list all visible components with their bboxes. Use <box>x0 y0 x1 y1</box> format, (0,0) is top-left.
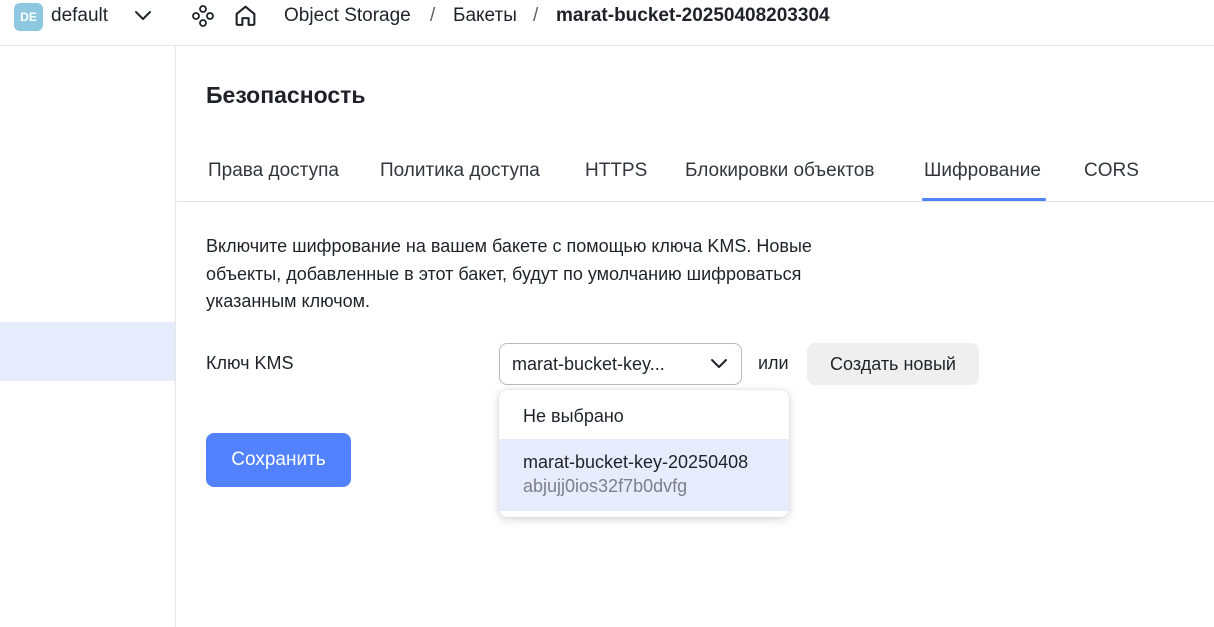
tab-access-rights[interactable]: Права доступа <box>208 160 339 182</box>
breadcrumb-bucket-name: marat-bucket-20250408203304 <box>556 5 830 26</box>
encryption-description: Включите шифрование на вашем бакете с по… <box>206 236 812 311</box>
sidebar-item-security[interactable] <box>0 322 175 381</box>
folder-avatar[interactable]: DE <box>14 3 43 31</box>
kms-key-dropdown: Не выбрано marat-bucket-key-20250408 abj… <box>499 390 789 517</box>
services-icon[interactable] <box>191 4 215 28</box>
kms-key-select[interactable]: marat-bucket-key... <box>499 343 742 385</box>
dropdown-option-key[interactable]: marat-bucket-key-20250408 abjujj0ios32f7… <box>499 439 789 511</box>
kms-key-select-value: marat-bucket-key... <box>512 354 665 374</box>
dropdown-option-none[interactable]: Не выбрано <box>499 390 789 439</box>
kms-key-label: Ключ KMS <box>206 353 294 373</box>
tabs-divider <box>177 201 1214 202</box>
dropdown-option-key-id: abjujj0ios32f7b0dvfg <box>523 476 688 496</box>
tab-access-policy[interactable]: Политика доступа <box>380 160 540 182</box>
breadcrumb-object-storage[interactable]: Object Storage <box>284 5 411 27</box>
tab-object-lock[interactable]: Блокировки объектов <box>685 160 874 182</box>
tab-encryption[interactable]: Шифрование <box>924 160 1041 182</box>
folder-name[interactable]: default <box>51 5 108 27</box>
top-bar: DE default Object Storage / Бакеты / mar… <box>0 0 1214 46</box>
create-new-key-button[interactable]: Создать новый <box>807 343 979 385</box>
breadcrumb-separator: / <box>533 5 539 26</box>
sidebar <box>0 46 176 627</box>
home-icon[interactable] <box>233 3 258 28</box>
save-button[interactable]: Сохранить <box>206 433 351 487</box>
breadcrumb-separator: / <box>430 5 436 26</box>
breadcrumb-buckets[interactable]: Бакеты <box>453 5 517 27</box>
tab-cors[interactable]: CORS <box>1084 160 1139 182</box>
chevron-down-icon[interactable] <box>133 8 153 24</box>
chevron-down-icon <box>711 359 727 368</box>
dropdown-option-none-label: Не выбрано <box>523 406 624 426</box>
or-text: или <box>758 353 789 373</box>
page-title: Безопасность <box>206 82 366 108</box>
tab-https[interactable]: HTTPS <box>585 160 647 182</box>
dropdown-option-key-name: marat-bucket-key-20250408 <box>523 452 749 472</box>
